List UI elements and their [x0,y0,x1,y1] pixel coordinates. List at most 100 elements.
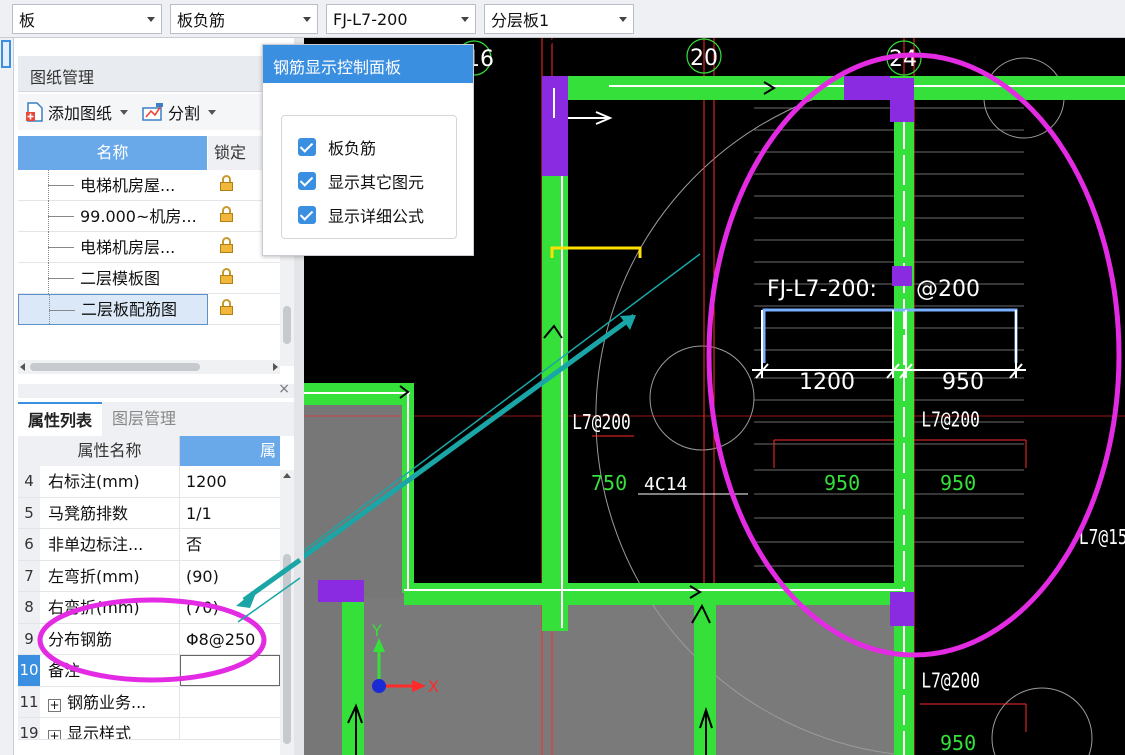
property-value[interactable]: 1200 [180,466,280,497]
row-index: 4 [18,466,40,497]
row-index: 19 [18,718,40,739]
drawing-toolbar: 添加图纸 分割 [18,94,298,130]
table-row[interactable]: 电梯机房屋... [18,169,280,201]
rebar-label: FJ-L7-200: [767,277,877,302]
add-file-icon [26,102,43,122]
layer-dropdown[interactable]: 分层板1 [484,4,634,34]
bar-tag: L7@15 [1079,526,1125,549]
drawing-table-header: 名称 锁定 [18,136,280,170]
drawing-name: 电梯机房屋... [18,169,208,201]
drawing-table-hscroll[interactable] [18,360,280,374]
property-group[interactable]: + 显示样式 [40,718,180,739]
scroll-right-icon[interactable] [273,363,278,371]
scroll-thumb[interactable] [283,554,291,744]
dimension-right: 950 [942,370,984,395]
property-table-vscroll[interactable] [280,470,294,755]
checkbox-checked-icon[interactable] [298,172,316,190]
table-row[interactable]: 7 左弯折(mm) (90) [18,560,280,592]
property-name: 分布钢筋 [40,623,180,654]
checkbox-checked-icon[interactable] [298,206,316,224]
expand-icon[interactable]: + [48,698,61,712]
scroll-up-icon[interactable] [283,473,291,478]
chevron-down-icon [208,109,217,115]
lock-icon[interactable] [218,206,234,222]
element-subtype-dropdown[interactable]: 板负筋 [170,4,318,34]
property-value[interactable] [180,718,280,739]
property-value[interactable]: Φ8@250 [180,624,280,655]
row-index: 7 [18,560,40,591]
table-row-selected[interactable]: 10 备注 [18,655,280,687]
option-show-detailed-formula[interactable]: 显示详细公式 [298,198,456,232]
row-index: 6 [18,529,40,560]
close-icon[interactable]: × [278,381,290,397]
property-value-input[interactable] [180,655,280,686]
tab-property-list[interactable]: 属性列表 [18,402,103,436]
drawing-name: 二层模板图 [18,262,208,294]
table-row[interactable]: 6 非单边标注... 否 [18,529,280,561]
lock-icon[interactable] [218,268,234,284]
table-row[interactable]: 8 右弯折(mm) (70) [18,592,280,624]
lock-icon[interactable] [218,299,234,315]
property-value[interactable]: 1/1 [180,498,280,529]
app-window: 板 板负筋 FJ-L7-200 分层板1 图纸管理 添加图纸 分割 名称 锁定 … [0,0,1125,755]
rebar-spacing: @200 [916,277,980,302]
row-index: 9 [18,623,40,654]
property-name: 非单边标注... [40,529,180,560]
chevron-down-icon [120,109,129,115]
table-row[interactable]: 5 马凳筋排数 1/1 [18,497,280,529]
split-icon [142,103,164,121]
table-row[interactable]: 二层模板图 [18,262,280,294]
table-row[interactable]: 电梯机房层... [18,231,280,263]
drawing-name: 99.000~机房... [18,200,208,232]
split-button[interactable]: 分割 [142,100,217,124]
option-slab-negative-rebar[interactable]: 板负筋 [298,130,456,164]
chevron-down-icon [147,17,155,22]
control-panel-title: 钢筋显示控制面板 [263,45,473,83]
column-header-property-value[interactable]: 属 [180,436,280,466]
rebar-hatch [754,107,1024,567]
option-label: 显示详细公式 [328,207,425,226]
row-index: 10 [18,655,40,686]
checkbox-checked-icon[interactable] [298,138,316,156]
table-row-distribution-rebar[interactable]: 9 分布钢筋 Φ8@250 [18,623,280,655]
table-row[interactable]: 19 + 显示样式 [18,718,280,740]
element-name-dropdown[interactable]: FJ-L7-200 [326,4,476,34]
table-row-selected[interactable]: 二层板配筋图 [18,293,280,325]
bar-tag: L7@200 [921,409,980,432]
dimension-line [752,310,1026,379]
option-show-other-elements[interactable]: 显示其它图元 [298,164,456,198]
property-table: 属性名称 属 4 右标注(mm) 1200 5 马凳筋排数 1/1 6 非单边标… [18,436,280,740]
dock-tab[interactable] [1,40,11,68]
column-header-property-name[interactable]: 属性名称 [40,436,180,466]
scroll-thumb[interactable] [283,306,291,344]
drawing-panel-title: 图纸管理 [18,56,298,92]
add-drawing-label: 添加图纸 [48,104,113,123]
property-value[interactable]: (90) [180,561,280,592]
property-name: 马凳筋排数 [40,497,180,528]
left-panel: 图纸管理 添加图纸 分割 名称 锁定 电梯机房屋... 99.000~机房...… [0,38,300,755]
property-value[interactable]: (70) [180,592,280,623]
property-value[interactable]: 否 [180,529,280,560]
chevron-down-icon [619,17,627,22]
property-value[interactable] [180,687,280,718]
property-name: 备注 [40,655,180,686]
lock-icon[interactable] [218,237,234,253]
expand-icon[interactable]: + [48,730,61,739]
property-group[interactable]: + 钢筋业务... [40,686,180,717]
add-drawing-button[interactable]: 添加图纸 [26,100,129,124]
element-type-dropdown[interactable]: 板 [12,4,162,34]
table-row[interactable]: 11 + 钢筋业务... [18,686,280,718]
table-row[interactable]: 99.000~机房... [18,200,280,232]
element-name-value: FJ-L7-200 [333,9,408,29]
lock-icon[interactable] [218,175,234,191]
scroll-thumb[interactable] [30,363,200,371]
table-row[interactable]: 4 右标注(mm) 1200 [18,466,280,498]
ucs-y-label: Y [371,621,382,640]
axis-label: 24 [889,47,917,72]
axis-label: 20 [690,46,718,71]
scroll-left-icon[interactable] [20,363,25,371]
row-index: 11 [18,686,40,717]
drawing-name: 电梯机房层... [18,231,208,263]
column-header-name[interactable]: 名称 [18,136,208,170]
tab-layer-management[interactable]: 图层管理 [102,402,186,436]
